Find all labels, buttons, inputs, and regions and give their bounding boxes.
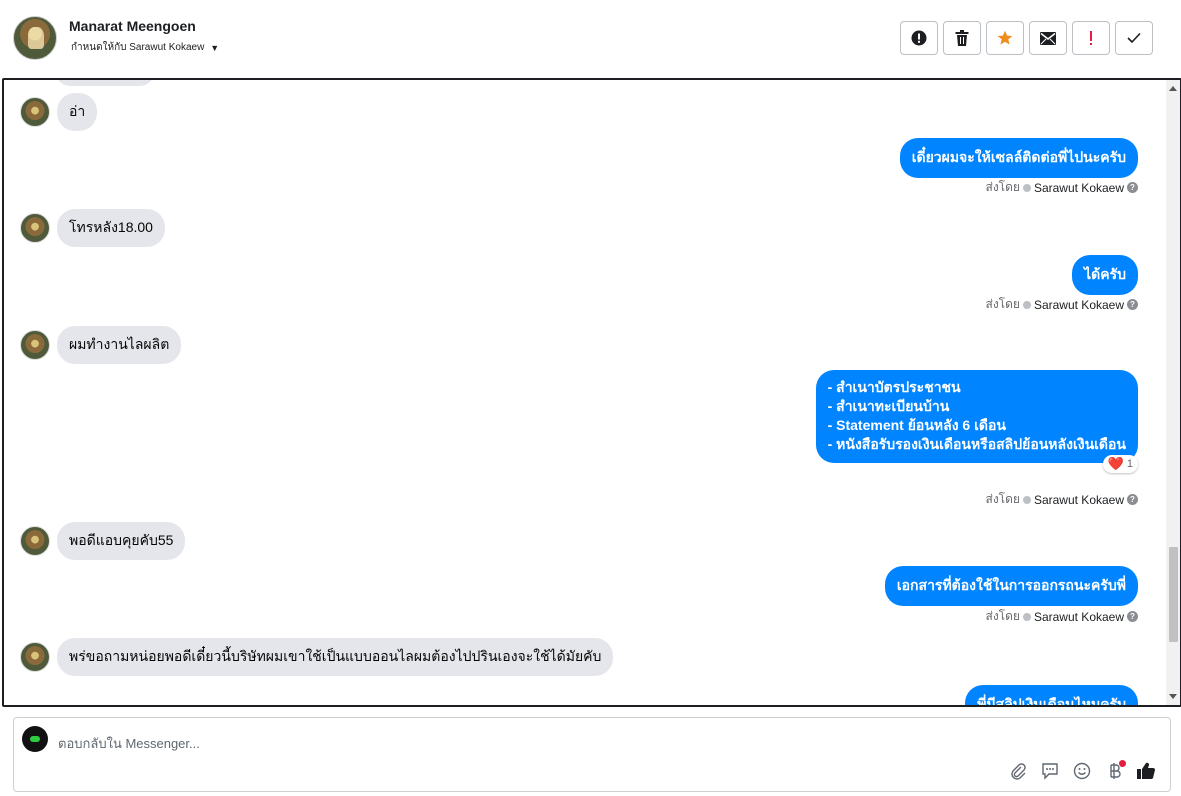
- message-outgoing: ได้ครับ: [1072, 255, 1138, 295]
- message-bubble[interactable]: เดี๋ยวผมจะให้เซลล์ติดต่อพี่ไปนะครับ: [899, 138, 1138, 178]
- message-outgoing: เอกสารที่ต้องใช้ในการออกรถนะครับพี่: [884, 566, 1138, 606]
- avatar: [20, 330, 50, 360]
- assignee-label: กำหนดให้กับ Sarawut Kokaew: [71, 42, 205, 53]
- like-icon: [1137, 762, 1155, 780]
- message-bubble[interactable]: พอดีแอบคุยคับ55: [57, 522, 186, 560]
- help-icon[interactable]: ?: [1127, 611, 1138, 622]
- reaction-count: 1: [1126, 458, 1133, 470]
- avatar: [20, 213, 50, 243]
- message-thread[interactable]: อ่า เดี๋ยวผมจะให้เซลล์ติดต่อพี่ไปนะครับ …: [2, 78, 1181, 707]
- sent-by-info: ส่งโดย Sarawut Kokaew ?: [985, 178, 1138, 197]
- reply-composer[interactable]: ตอบกลับใน Messenger...: [13, 717, 1171, 792]
- help-icon[interactable]: ?: [1127, 299, 1138, 310]
- message-bubble[interactable]: - สำเนาบัตรประชาชน - สำเนาทะเบียนบ้าน - …: [815, 370, 1138, 463]
- contact-avatar[interactable]: [13, 16, 57, 60]
- scroll-down-arrow-icon[interactable]: [1169, 694, 1177, 699]
- mark-done-button[interactable]: [1115, 21, 1153, 55]
- verified-icon: [1022, 183, 1031, 192]
- sender-name: Sarawut Kokaew: [1033, 609, 1124, 624]
- message-incoming: ผมทำงานไลผลิต: [20, 326, 182, 364]
- message-outgoing: เดี๋ยวผมจะให้เซลล์ติดต่อพี่ไปนะครับ: [899, 138, 1138, 178]
- assignee-dropdown[interactable]: กำหนดให้กับ Sarawut Kokaew ▼: [71, 40, 219, 55]
- message-bubble[interactable]: พี่มีสลิปเงินเดือนไหมครับ: [965, 685, 1138, 705]
- star-button[interactable]: [986, 21, 1024, 55]
- message-line: - สำเนาทะเบียนบ้าน: [827, 398, 950, 414]
- exclamation-icon: [1090, 31, 1092, 45]
- conversation-actions: [900, 21, 1153, 55]
- message-line: - Statement ย้อนหลัง 6 เดือน: [827, 417, 1006, 433]
- message-bubble[interactable]: ได้ครับ: [1072, 255, 1138, 295]
- scrollbar[interactable]: [1166, 80, 1180, 705]
- sent-by-info: ส่งโดย Sarawut Kokaew ?: [985, 490, 1138, 509]
- help-icon[interactable]: ?: [1127, 182, 1138, 193]
- report-icon: [911, 30, 927, 46]
- delete-button[interactable]: [943, 21, 981, 55]
- partial-message-bubble: [56, 80, 154, 86]
- message-line: - สำเนาบัตรประชาชน: [827, 379, 961, 395]
- conversation-header: Manarat Meengoen กำหนดให้กับ Sarawut Kok…: [0, 0, 1181, 78]
- sent-by-info: ส่งโดย Sarawut Kokaew ?: [985, 607, 1138, 626]
- sender-name: Sarawut Kokaew: [1033, 297, 1124, 312]
- message-bubble[interactable]: เอกสารที่ต้องใช้ในการออกรถนะครับพี่: [884, 566, 1138, 606]
- star-icon: [997, 30, 1013, 45]
- emoji-button[interactable]: [1072, 760, 1092, 782]
- mail-icon: [1040, 31, 1056, 45]
- verified-icon: [1022, 612, 1031, 621]
- sent-by-label: ส่งโดย: [985, 492, 1020, 506]
- report-button[interactable]: [900, 21, 938, 55]
- verified-icon: [1022, 495, 1031, 504]
- composer-tools: [1008, 760, 1156, 782]
- verified-icon: [1022, 300, 1031, 309]
- avatar: [20, 526, 50, 556]
- spam-button[interactable]: [1072, 21, 1110, 55]
- reaction-badge[interactable]: ❤️ 1: [1102, 455, 1138, 473]
- contact-name[interactable]: Manarat Meengoen: [69, 18, 196, 34]
- message-incoming: พอดีแอบคุยคับ55: [20, 522, 186, 560]
- check-icon: [1127, 32, 1141, 44]
- saved-reply-icon: [1042, 763, 1058, 780]
- sender-name: Sarawut Kokaew: [1033, 180, 1124, 195]
- help-icon[interactable]: ?: [1127, 494, 1138, 505]
- message-incoming: พร่ขอถามหน่อยพอดีเดี๋ยวนี้บริษัทผมเขาใช้…: [20, 638, 614, 676]
- message-incoming: โทรหลัง18.00: [20, 209, 165, 247]
- trash-icon: [955, 30, 969, 46]
- message-bubble[interactable]: อ่า: [57, 93, 98, 131]
- scroll-up-arrow-icon[interactable]: [1169, 86, 1177, 91]
- message-bubble[interactable]: ผมทำงานไลผลิต: [57, 326, 182, 364]
- attach-button[interactable]: [1008, 760, 1028, 782]
- sent-by-label: ส่งโดย: [985, 609, 1020, 623]
- sent-by-info: ส่งโดย Sarawut Kokaew ?: [985, 295, 1138, 314]
- scroll-thumb[interactable]: [1169, 547, 1178, 642]
- payment-button[interactable]: [1104, 760, 1126, 782]
- like-button[interactable]: [1136, 760, 1156, 782]
- message-line: - หนังสือรับรองเงินเดือนหรือสลิปย้อนหลัง…: [827, 436, 1126, 452]
- mark-unread-button[interactable]: [1029, 21, 1067, 55]
- caret-down-icon: ▼: [210, 42, 220, 53]
- message-incoming: อ่า: [20, 93, 98, 131]
- page-avatar: [22, 726, 48, 752]
- sent-by-label: ส่งโดย: [985, 297, 1020, 311]
- message-bubble[interactable]: โทรหลัง18.00: [57, 209, 165, 247]
- message-outgoing: - สำเนาบัตรประชาชน - สำเนาทะเบียนบ้าน - …: [815, 370, 1138, 463]
- sent-by-label: ส่งโดย: [985, 180, 1020, 194]
- avatar: [20, 642, 50, 672]
- heart-icon: ❤️: [1107, 456, 1124, 471]
- sender-name: Sarawut Kokaew: [1033, 492, 1124, 507]
- message-bubble[interactable]: พร่ขอถามหน่อยพอดีเดี๋ยวนี้บริษัทผมเขาใช้…: [57, 638, 614, 676]
- message-outgoing: พี่มีสลิปเงินเดือนไหมครับ: [965, 685, 1138, 705]
- notification-dot: [1119, 760, 1126, 767]
- attachment-icon: [1011, 763, 1026, 780]
- saved-reply-button[interactable]: [1040, 760, 1060, 782]
- emoji-icon: [1073, 762, 1091, 780]
- reply-input[interactable]: ตอบกลับใน Messenger...: [58, 733, 200, 754]
- avatar: [20, 97, 50, 127]
